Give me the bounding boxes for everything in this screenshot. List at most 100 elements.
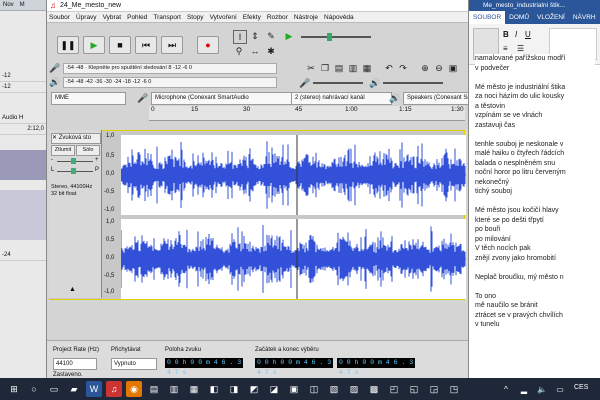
app-icon[interactable]: ◨ <box>226 381 242 397</box>
timeline-ruler[interactable]: 0 15 30 45 1:00 1:15 1:30 <box>149 106 465 121</box>
volume-icon[interactable]: 🔈 <box>534 381 550 397</box>
timeshift-tool-icon[interactable]: ↔ <box>249 45 261 57</box>
app-icon[interactable]: ▩ <box>366 381 382 397</box>
paste-icon[interactable]: ▤ <box>333 62 345 74</box>
skip-end-button[interactable]: ⏭ <box>161 36 183 54</box>
solo-button[interactable]: Sólo <box>76 145 100 156</box>
record-button[interactable]: ● <box>197 36 219 54</box>
menu-transport[interactable]: Transport <box>153 14 181 21</box>
undo-icon[interactable]: ↶ <box>383 62 395 74</box>
cut-icon[interactable]: ✂ <box>305 62 317 74</box>
menu-vytvoreni[interactable]: Vytvoření <box>210 14 237 21</box>
track-name-dropdown[interactable]: ✕ Zvuková sto <box>51 133 101 144</box>
menu-upravy[interactable]: Úpravy <box>76 14 97 21</box>
tab-soubor[interactable]: SOUBOR <box>469 11 506 24</box>
multi-tool-icon[interactable]: ✱ <box>265 45 277 57</box>
project-rate-select[interactable]: 44100 <box>53 358 97 370</box>
mute-button[interactable]: Ztlumit <box>51 145 75 156</box>
input-device-select[interactable]: Microphone (Conexant SmartAudio <box>151 92 292 105</box>
app-icon[interactable]: ▨ <box>346 381 362 397</box>
selection-start-field[interactable]: 0 0 h 0 0 m 4 6 . 3 4 7 s <box>255 358 333 376</box>
play-meter[interactable]: -54 -48 -42 -36 -30 -24 -18 -12 -6 0 <box>63 77 277 88</box>
menu-soubor[interactable]: Soubor <box>49 14 70 21</box>
collapse-track-icon[interactable]: ▲ <box>69 286 76 293</box>
battery-icon[interactable]: ▭ <box>552 381 568 397</box>
channels-select[interactable]: 2 (stereo) nahrávací kanál <box>291 92 392 105</box>
menu-stopy[interactable]: Stopy <box>187 14 204 21</box>
zoom-tool-icon[interactable]: ⚲ <box>233 45 245 57</box>
waveform-left-channel[interactable] <box>120 135 466 215</box>
tab-navrh[interactable]: NÁVRH <box>569 14 600 21</box>
host-select[interactable]: MME <box>51 92 126 105</box>
stop-button[interactable]: ■ <box>109 36 131 54</box>
selection-end-field[interactable]: 0 0 h 0 0 m 4 6 . 3 4 7 s <box>337 358 415 376</box>
menu-efekty[interactable]: Efekty <box>243 14 261 21</box>
app-icon[interactable]: ▧ <box>326 381 342 397</box>
menu-napoveda[interactable]: Nápověda <box>324 14 354 21</box>
waveform-right-channel[interactable] <box>120 219 466 299</box>
language-indicator[interactable]: CES <box>574 384 588 391</box>
search-icon[interactable]: ○ <box>26 381 42 397</box>
speaker-volume-slider[interactable] <box>383 82 443 84</box>
tab-domu[interactable]: DOMŮ <box>505 14 533 21</box>
play-speed-slider[interactable] <box>301 36 371 38</box>
app-icon[interactable]: ◫ <box>306 381 322 397</box>
app-icon[interactable]: ◲ <box>426 381 442 397</box>
mic-volume-slider[interactable] <box>313 82 363 84</box>
zoom-out-icon[interactable]: ⊖ <box>433 62 445 74</box>
app-icon[interactable]: ▦ <box>186 381 202 397</box>
copy-icon[interactable]: ❐ <box>319 62 331 74</box>
selection-tool-icon[interactable]: I <box>233 30 247 44</box>
app-icon[interactable]: ▥ <box>166 381 182 397</box>
tab-vlozeni[interactable]: VLOŽENÍ <box>533 14 569 21</box>
background-tab[interactable]: Nov <box>3 0 14 10</box>
bold-icon[interactable]: B <box>503 30 509 39</box>
task-view-icon[interactable]: ▭ <box>46 381 62 397</box>
start-icon[interactable]: ⊞ <box>6 381 22 397</box>
fit-selection-icon[interactable]: ▣ <box>447 62 459 74</box>
app-icon[interactable]: ◩ <box>246 381 262 397</box>
app-icon[interactable]: ◪ <box>266 381 282 397</box>
pause-button[interactable]: ❚❚ <box>57 36 79 54</box>
underline-icon[interactable]: U <box>525 30 531 39</box>
redo-icon[interactable]: ↷ <box>397 62 409 74</box>
word-app-icon[interactable]: W <box>86 381 102 397</box>
app-icon[interactable]: ▣ <box>286 381 302 397</box>
explorer-icon[interactable]: ▰ <box>66 381 82 397</box>
audacity-app-icon[interactable]: ♫ <box>106 381 122 397</box>
app-icon[interactable]: ◰ <box>386 381 402 397</box>
app-icon[interactable]: ◧ <box>206 381 222 397</box>
chevron-up-icon[interactable]: ^ <box>498 381 514 397</box>
trim-icon[interactable]: ▥ <box>347 62 359 74</box>
play-speed-thumb[interactable] <box>327 33 332 41</box>
record-meter[interactable]: -54 -48 · Klepněte pro spuštění sledován… <box>63 63 277 74</box>
background-tab-letter[interactable]: M <box>20 0 25 10</box>
menu-pohled[interactable]: Pohled <box>127 14 147 21</box>
network-icon[interactable]: ▂ <box>516 381 532 397</box>
list-icon[interactable]: ☰ <box>517 44 524 53</box>
gain-thumb[interactable] <box>71 158 76 164</box>
menu-vybrat[interactable]: Vybrat <box>103 14 122 21</box>
app-icon[interactable]: ◳ <box>446 381 462 397</box>
play-at-speed-icon[interactable]: ▶ <box>283 30 295 42</box>
app-icon[interactable]: ▤ <box>146 381 162 397</box>
pan-thumb[interactable] <box>71 168 76 174</box>
output-device-select[interactable]: Speakers (Conexant Smart <box>403 92 472 105</box>
draw-tool-icon[interactable]: ✎ <box>265 30 277 42</box>
envelope-tool-icon[interactable]: ⇕ <box>249 30 261 42</box>
italic-icon[interactable]: I <box>515 30 517 39</box>
menu-rozbor[interactable]: Rozbor <box>267 14 288 21</box>
snap-select[interactable]: Vypnuto <box>111 358 157 370</box>
play-button[interactable]: ▶ <box>83 36 105 54</box>
silence-icon[interactable]: ▦ <box>361 62 373 74</box>
zoom-in-icon[interactable]: ⊕ <box>419 62 431 74</box>
track-area[interactable]: 1,0 0,5 0,0 -0,5 -1,0 1,0 0,5 0,0 -0,5 -… <box>49 130 466 300</box>
close-icon[interactable]: ✕ <box>52 135 59 141</box>
menu-nastroje[interactable]: Nástroje <box>294 14 318 21</box>
skip-start-button[interactable]: ⏮ <box>135 36 157 54</box>
align-icon[interactable]: ≡ <box>503 44 508 53</box>
browser-icon[interactable]: ◉ <box>126 381 142 397</box>
document-body[interactable]: namalované pařížskou modří v podvečer Mé m… <box>475 54 595 374</box>
app-icon[interactable]: ◱ <box>406 381 422 397</box>
audio-position-field[interactable]: 0 0 h 0 0 m 4 6 . 3 4 7 s <box>165 358 243 376</box>
